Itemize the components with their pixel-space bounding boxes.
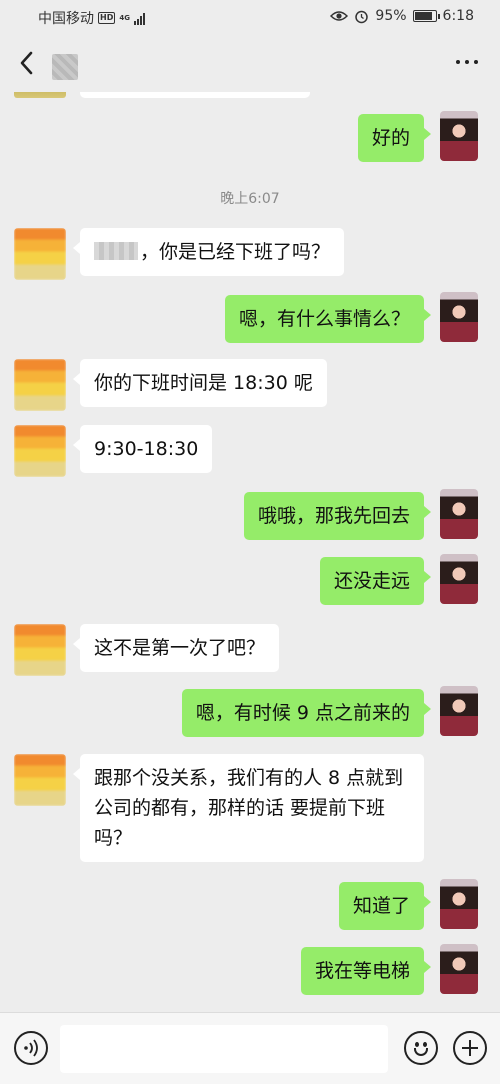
voice-button[interactable] — [14, 1031, 48, 1065]
message-bubble-other[interactable]: ，你是已经下班了吗？ — [72, 228, 345, 276]
message-bubble-self[interactable]: 嗯，有时候 9 点之前来的 — [181, 689, 432, 737]
chat-header — [0, 34, 500, 92]
timestamp: 晚上6:07 — [220, 191, 280, 207]
more-dots-icon[interactable] — [456, 60, 478, 64]
input-bar — [0, 1012, 500, 1084]
message-bubble-self[interactable]: 嗯，有什么事情么？ — [224, 295, 432, 343]
eye-icon — [330, 11, 349, 21]
message-bubble-self[interactable]: 我在等电梯 — [300, 947, 432, 995]
chevron-left-icon — [20, 51, 33, 75]
avatar[interactable] — [14, 425, 66, 477]
message-bubble-self[interactable]: 哦哦，那我先回去 — [243, 492, 432, 540]
contact-name-obscured — [52, 54, 78, 80]
message-bubble-self[interactable]: 还没走远 — [319, 557, 432, 605]
avatar[interactable] — [440, 686, 478, 736]
voice-icon — [23, 1038, 41, 1063]
hd-badge: HD — [98, 12, 116, 24]
message-bubble-other[interactable]: 这不是第一次了吧？ — [72, 624, 280, 672]
message-bubble[interactable] — [80, 92, 310, 98]
battery-icon — [412, 10, 440, 22]
message-bubble-other[interactable]: 你的下班时间是 18:30 呢 — [73, 359, 327, 407]
message-bubble-other[interactable]: 跟那个没关系，我们有的人 8 点就到公司的都有，那样的话 要提前下班吗？ — [73, 754, 424, 862]
avatar[interactable] — [440, 944, 478, 994]
avatar[interactable] — [440, 292, 478, 342]
clock: 6:18 — [442, 8, 474, 24]
back-button[interactable] — [12, 48, 42, 78]
emoji-button[interactable] — [404, 1031, 438, 1065]
emoji-icon — [415, 1042, 419, 1047]
network-badge: 4G — [119, 13, 130, 22]
plus-button[interactable] — [453, 1031, 487, 1065]
avatar[interactable] — [14, 92, 66, 98]
message-bubble-other[interactable]: 9:30-18:30 — [72, 425, 213, 473]
avatar[interactable] — [14, 624, 66, 676]
avatar[interactable] — [440, 111, 478, 161]
avatar[interactable] — [14, 359, 66, 411]
message-bubble-self[interactable]: 好的 — [357, 114, 432, 162]
status-bar: 中国移动 HD 4G 95% 6:18 — [0, 0, 500, 34]
signal-icon — [133, 12, 145, 25]
message-list[interactable]: 好的 晚上6:07 ，你是已经下班了吗？ 嗯，有什么事情么？ 你的下班时间是 1… — [0, 92, 500, 1012]
battery-percent: 95% — [375, 8, 407, 24]
avatar[interactable] — [14, 228, 66, 280]
name-obscured — [94, 242, 138, 260]
message-bubble-self[interactable]: 知道了 — [338, 882, 432, 930]
carrier-label: 中国移动 — [38, 11, 94, 27]
alarm-icon — [355, 10, 369, 23]
avatar[interactable] — [14, 754, 66, 806]
avatar[interactable] — [440, 879, 478, 929]
avatar[interactable] — [440, 489, 478, 539]
message-input[interactable] — [60, 1025, 388, 1073]
avatar[interactable] — [440, 554, 478, 604]
